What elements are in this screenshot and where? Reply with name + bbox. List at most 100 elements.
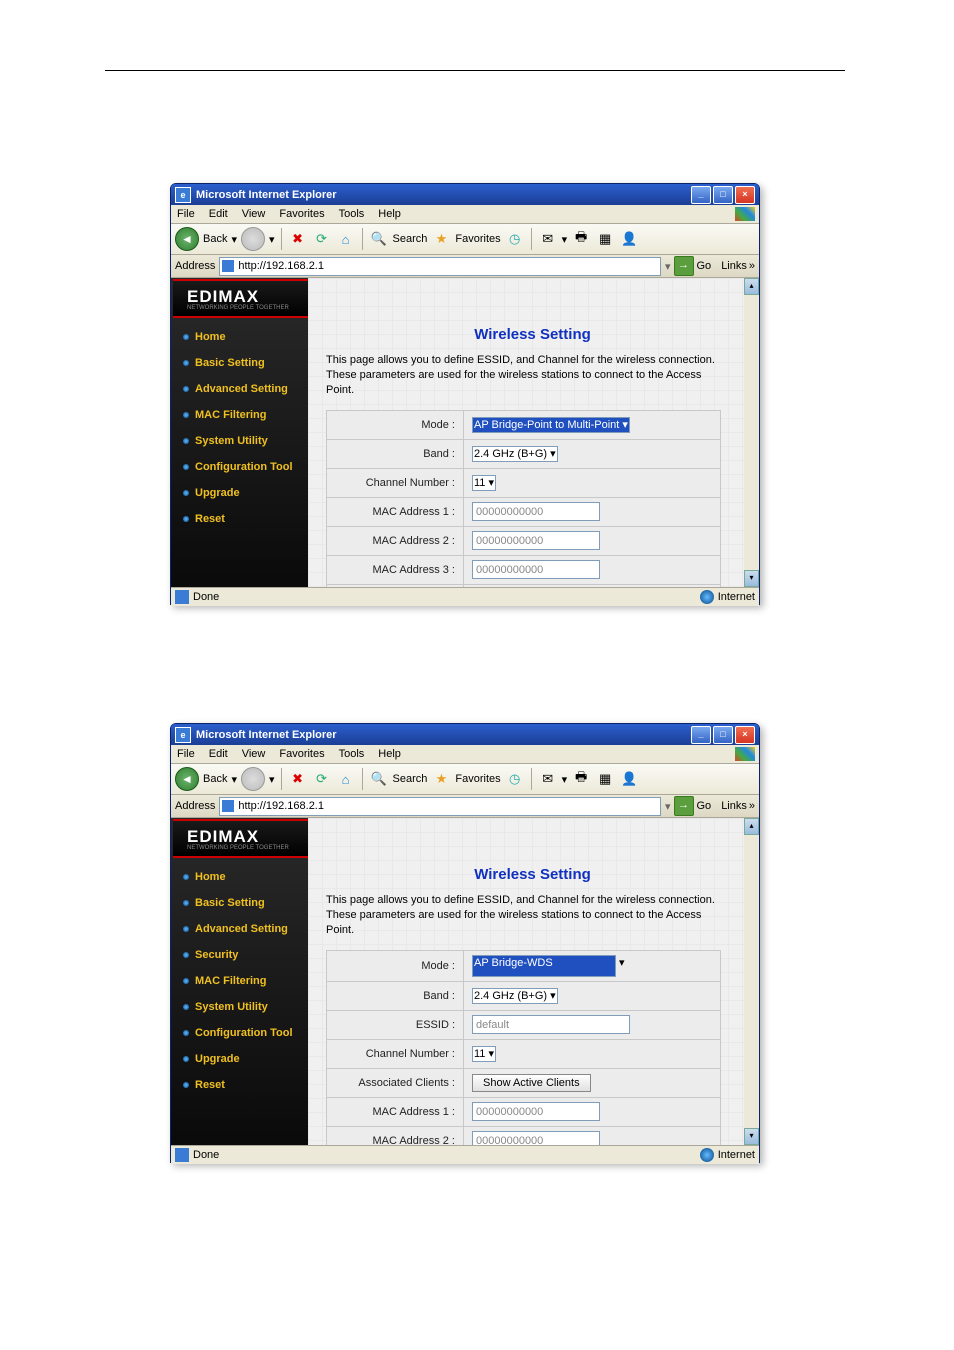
titlebar: e Microsoft Internet Explorer _ □ × <box>171 184 759 205</box>
sidebar-item-reset[interactable]: Reset <box>171 1072 308 1098</box>
back-label: Back <box>203 233 227 245</box>
sidebar-item-advanced[interactable]: Advanced Setting <box>171 916 308 942</box>
messenger-icon[interactable]: 👤 <box>619 229 639 249</box>
ie-icon: e <box>175 727 191 743</box>
menu-tools[interactable]: Tools <box>339 208 365 220</box>
menu-edit[interactable]: Edit <box>209 748 228 760</box>
search-icon[interactable]: 🔍 <box>369 229 389 249</box>
favorites-icon[interactable]: ★ <box>431 229 451 249</box>
edit-icon[interactable]: ▦ <box>595 229 615 249</box>
address-input[interactable]: http://192.168.2.1 <box>219 797 661 816</box>
messenger-icon[interactable]: 👤 <box>619 769 639 789</box>
minimize-button[interactable]: _ <box>691 186 711 204</box>
menu-file[interactable]: File <box>177 748 195 760</box>
sidebar-item-system[interactable]: System Utility <box>171 994 308 1020</box>
sidebar-item-mac[interactable]: MAC Filtering <box>171 968 308 994</box>
mode-select[interactable]: AP Bridge-WDS <box>472 955 616 977</box>
logo-subtitle: NETWORKING PEOPLE TOGETHER <box>187 845 289 851</box>
favorites-label[interactable]: Favorites <box>455 233 500 245</box>
go-button[interactable]: → <box>674 796 694 816</box>
channel-label: Channel Number : <box>327 468 464 497</box>
stop-icon[interactable]: ✖ <box>288 229 308 249</box>
sidebar-item-home[interactable]: Home <box>171 324 308 350</box>
sidebar-item-system[interactable]: System Utility <box>171 428 308 454</box>
back-button[interactable]: ◄ <box>175 767 199 791</box>
search-label[interactable]: Search <box>393 233 428 245</box>
sidebar-item-home[interactable]: Home <box>171 864 308 890</box>
sidebar-item-mac[interactable]: MAC Filtering <box>171 402 308 428</box>
sidebar-item-advanced[interactable]: Advanced Setting <box>171 376 308 402</box>
mail-icon[interactable]: ✉ <box>538 769 558 789</box>
home-icon[interactable]: ⌂ <box>336 769 356 789</box>
menu-tools[interactable]: Tools <box>339 748 365 760</box>
windows-flag-icon <box>735 747 755 761</box>
sidebar-item-config[interactable]: Configuration Tool <box>171 454 308 480</box>
maximize-button[interactable]: □ <box>713 186 733 204</box>
menu-help[interactable]: Help <box>378 748 401 760</box>
band-select[interactable]: 2.4 GHz (B+G) ▾ <box>472 988 558 1004</box>
refresh-icon[interactable]: ⟳ <box>312 769 332 789</box>
stop-icon[interactable]: ✖ <box>288 769 308 789</box>
refresh-icon[interactable]: ⟳ <box>312 229 332 249</box>
address-input[interactable]: http://192.168.2.1 <box>219 257 661 276</box>
sidebar-item-reset[interactable]: Reset <box>171 506 308 532</box>
search-label[interactable]: Search <box>393 773 428 785</box>
essid-input[interactable] <box>472 1015 630 1034</box>
address-label: Address <box>175 260 215 272</box>
menu-view[interactable]: View <box>242 748 266 760</box>
menu-favorites[interactable]: Favorites <box>279 208 324 220</box>
status-icon <box>175 590 189 604</box>
favorites-label[interactable]: Favorites <box>455 773 500 785</box>
menubar: File Edit View Favorites Tools Help <box>171 205 759 224</box>
mail-icon[interactable]: ✉ <box>538 229 558 249</box>
links-label[interactable]: Links <box>721 260 747 272</box>
mac3-input[interactable] <box>472 560 600 579</box>
forward-button[interactable] <box>241 227 265 251</box>
sidebar-item-basic[interactable]: Basic Setting <box>171 350 308 376</box>
mac3-label: MAC Address 3 : <box>327 555 464 584</box>
show-active-clients-button[interactable]: Show Active Clients <box>472 1074 591 1092</box>
scrollbar[interactable]: ▴▾ <box>744 818 759 1145</box>
mac1-input[interactable] <box>472 1102 600 1121</box>
sidebar-item-basic[interactable]: Basic Setting <box>171 890 308 916</box>
address-bar: Address http://192.168.2.1 ▾ → Go Links … <box>171 795 759 818</box>
print-icon[interactable]: 🖶 <box>571 229 591 249</box>
scrollbar[interactable]: ▴▾ <box>744 278 759 587</box>
history-icon[interactable]: ◷ <box>505 229 525 249</box>
go-button[interactable]: → <box>674 256 694 276</box>
sidebar-item-upgrade[interactable]: Upgrade <box>171 1046 308 1072</box>
channel-select[interactable]: 11 ▾ <box>472 475 496 491</box>
mac1-input[interactable] <box>472 502 600 521</box>
back-button[interactable]: ◄ <box>175 227 199 251</box>
mode-select[interactable]: AP Bridge-Point to Multi-Point ▾ <box>472 417 630 433</box>
maximize-button[interactable]: □ <box>713 726 733 744</box>
close-button[interactable]: × <box>735 726 755 744</box>
channel-select[interactable]: 11 ▾ <box>472 1046 496 1062</box>
favorites-icon[interactable]: ★ <box>431 769 451 789</box>
history-icon[interactable]: ◷ <box>505 769 525 789</box>
menu-view[interactable]: View <box>242 208 266 220</box>
forward-button[interactable] <box>241 767 265 791</box>
menu-edit[interactable]: Edit <box>209 208 228 220</box>
status-done: Done <box>193 591 219 603</box>
sidebar-item-upgrade[interactable]: Upgrade <box>171 480 308 506</box>
address-bar: Address http://192.168.2.1 ▾ → Go Links … <box>171 255 759 278</box>
edit-icon[interactable]: ▦ <box>595 769 615 789</box>
mac2-input[interactable] <box>472 1131 600 1145</box>
home-icon[interactable]: ⌂ <box>336 229 356 249</box>
menu-file[interactable]: File <box>177 208 195 220</box>
menu-favorites[interactable]: Favorites <box>279 748 324 760</box>
links-label[interactable]: Links <box>721 800 747 812</box>
menu-help[interactable]: Help <box>378 208 401 220</box>
channel-label: Channel Number : <box>327 1039 464 1068</box>
ie-icon: e <box>175 187 191 203</box>
minimize-button[interactable]: _ <box>691 726 711 744</box>
search-icon[interactable]: 🔍 <box>369 769 389 789</box>
band-select[interactable]: 2.4 GHz (B+G) ▾ <box>472 446 558 462</box>
sidebar-item-security[interactable]: Security <box>171 942 308 968</box>
mac2-input[interactable] <box>472 531 600 550</box>
close-button[interactable]: × <box>735 186 755 204</box>
print-icon[interactable]: 🖶 <box>571 769 591 789</box>
window-title: Microsoft Internet Explorer <box>196 189 691 201</box>
sidebar-item-config[interactable]: Configuration Tool <box>171 1020 308 1046</box>
